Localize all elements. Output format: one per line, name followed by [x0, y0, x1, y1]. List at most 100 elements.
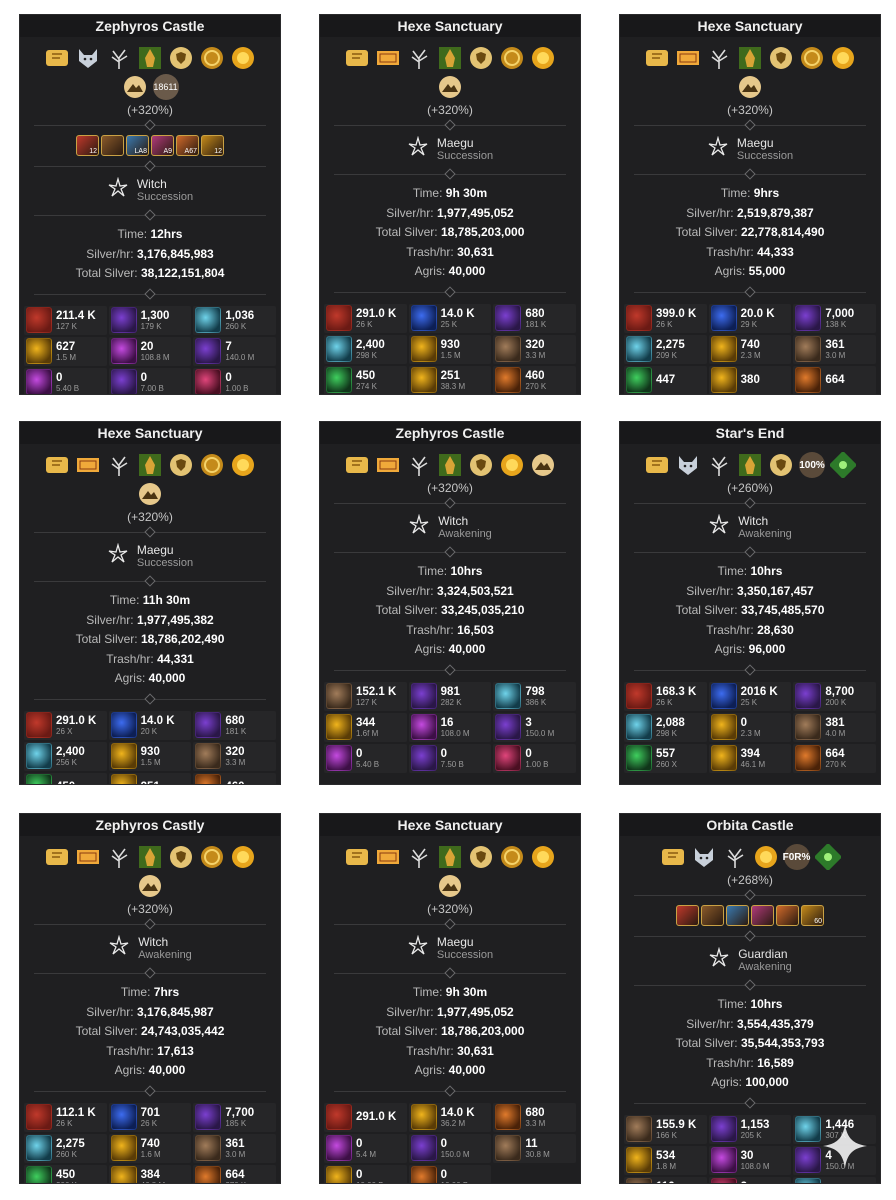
loot-grid: 399.0 K 26 K 20.0 K 29 K 7,000 138 K 2,2… [620, 300, 880, 394]
stat-value: 16,589 [757, 1055, 794, 1070]
divider [634, 285, 866, 298]
loot-item-count: 450 [56, 781, 75, 784]
loot-item: 20 108.8 M [108, 336, 192, 366]
mountain-icon [436, 74, 464, 100]
loot-item-icon [110, 338, 137, 364]
stats-block: Time: 10hrs Silver/hr: 3,324,503,521 Total… [320, 560, 580, 662]
stat-value: 30,631 [457, 244, 494, 259]
loot-item-count: 291.0 K [356, 1111, 397, 1123]
loot-item-icon [195, 307, 222, 333]
stat-label: Silver/hr: [686, 583, 734, 598]
loot-item-count: 2,400 [356, 338, 385, 351]
loot-item-icon [110, 369, 137, 394]
class-info: Witch Awakening [320, 511, 580, 544]
scroll-icon [659, 844, 687, 870]
stat-value: 3,350,167,457 [736, 583, 814, 598]
loot-item-price: 1.5 M [56, 352, 77, 362]
loot-item-count: 116 [656, 1181, 676, 1184]
medal-icon [198, 844, 226, 870]
loot-item-price: 46.8 M [141, 1181, 165, 1184]
loot-item-icon [110, 307, 137, 333]
loot-item: 2,400 256 K [24, 741, 107, 771]
stat-label: Trash/hr: [706, 1055, 754, 1070]
stats-block: Time: 12hrs Silver/hr: 3,176,845,983 Total… [20, 223, 280, 286]
stat-value: 96,000 [748, 642, 786, 656]
loot-grid: 168.3 K 26 K 2016 K 25 K 8,700 200 K 2,0… [620, 678, 880, 777]
stat-row: Trash/hr: 16,503 [320, 621, 580, 641]
drop-rate-percent: (+320%) [127, 902, 173, 916]
divider [634, 1096, 866, 1109]
crystal-slots: 12 LA8 A9 A67 12 [20, 133, 280, 158]
loot-item-count: 450 [56, 1168, 76, 1181]
stat-value: 17,613 [157, 1043, 194, 1058]
loot-item-count: 930 [140, 745, 160, 758]
loot-item-icon [410, 714, 437, 740]
loot-grid: 152.1 K 127 K 981 282 K 798 386 K 344 1.… [320, 678, 580, 777]
loot-item: 168.3 K 26 K [624, 681, 707, 711]
loot-item: 20.0 K 29 K [708, 303, 792, 333]
stat-value: 3,554,435,379 [736, 1016, 814, 1031]
stat-label: Time: [412, 186, 443, 200]
loot-card: Zephyros Castle (+320%) Witch Awakening T… [319, 421, 581, 785]
loot-item-count: 291.0 K [56, 714, 97, 727]
stat-row: Total Silver: 18,786,202,490 [20, 630, 280, 650]
loot-item-count: 0 [740, 716, 748, 729]
emblem-icon [829, 452, 857, 478]
class-icon [108, 934, 130, 962]
stat-value: 35,544,353,793 [740, 1036, 825, 1050]
card-title: Zephyros Castle [320, 422, 580, 444]
stat-value: 18,786,202,490 [140, 632, 225, 646]
loot-item-count: 680 [525, 1106, 545, 1119]
loot-item-price: 166 K [656, 1130, 677, 1140]
loot-item-icon [495, 305, 522, 331]
loot-item-price: 25 K [440, 319, 458, 329]
loot-item-icon [110, 1135, 137, 1161]
loot-item-price: 29 K [740, 319, 758, 329]
sparkle-icon [823, 1124, 867, 1168]
crystal-slot: A9 [151, 135, 174, 156]
loot-item: 7 140.0 M [193, 336, 276, 366]
loot-item-price: 3.3 M [525, 1118, 546, 1128]
stat-row: Agris: 40,000 [20, 1061, 280, 1081]
stat-row: Trash/hr: 17,613 [20, 1042, 280, 1062]
loot-item-price: 10.00 B [441, 1181, 469, 1184]
loot-item-price: 270 K [525, 381, 547, 391]
class-spec: Awakening [438, 528, 492, 540]
loot-item-icon [110, 712, 137, 738]
loot-item-icon [710, 745, 737, 771]
loot-item-count: 384 [140, 1168, 160, 1181]
card-title: Zephyros Castle [20, 15, 280, 37]
stat-row: Silver/hr: 2,519,879,387 [620, 204, 880, 224]
loot-card: Hexe Sanctuary (+320%) Maegu Succession T… [619, 14, 881, 395]
loot-item-count: 680 [525, 307, 545, 320]
loot-item-count: 557 [656, 747, 676, 760]
loot-item: 460 270 K [493, 365, 576, 394]
loot-item: 664 [793, 365, 876, 394]
stats-block: Time: 11h 30m Silver/hr: 1,977,495,382 Tot… [20, 589, 280, 691]
loot-item: 534 1.8 M [624, 1145, 707, 1175]
loot-item-count: 16 [440, 716, 454, 729]
loot-item-count: 0 [525, 747, 532, 760]
stat-label: Silver/hr: [686, 1016, 734, 1031]
stat-row: Time: 9hrs [620, 184, 880, 204]
loot-item: 557 260 X [624, 743, 707, 773]
loot-item-icon [195, 1166, 222, 1183]
loot-item-price: 4.0 M [825, 728, 846, 738]
divider [634, 930, 866, 942]
stat-label: Silver/hr: [386, 205, 434, 220]
class-icon [407, 934, 429, 962]
stat-value: 2,519,879,387 [736, 205, 814, 220]
loot-item-count: 344 [356, 716, 376, 729]
loot-item-icon [495, 1104, 522, 1130]
stat-value: 18,786,203,000 [440, 1024, 525, 1038]
loot-item: 2 300.0 M [708, 1176, 792, 1183]
wolf-icon [74, 45, 102, 71]
loot-item-price: 205 K [740, 1130, 762, 1140]
scroll-icon [43, 452, 71, 478]
loot-item: 2,088 298 K [624, 712, 707, 742]
loot-item-count: 740 [140, 1137, 160, 1150]
stat-value: 44,333 [757, 244, 794, 259]
loot-item: 450 [24, 772, 107, 784]
loot-item: 380 [708, 365, 792, 394]
class-spec: Succession [136, 557, 194, 569]
